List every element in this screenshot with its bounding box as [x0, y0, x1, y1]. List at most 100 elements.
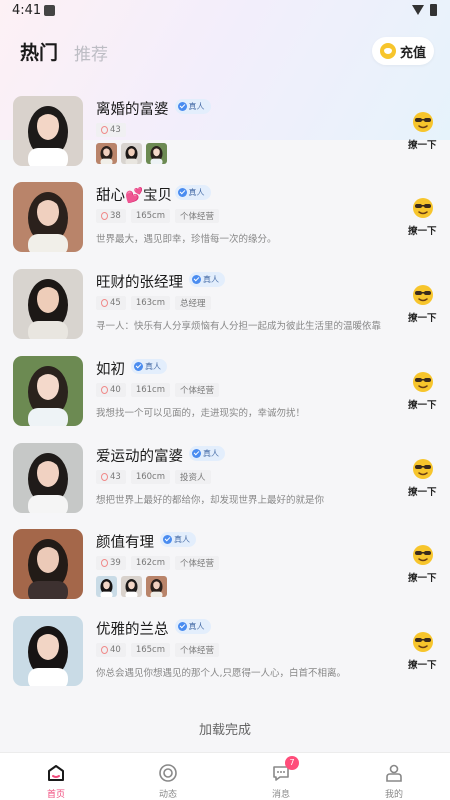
age-value: 40 [110, 385, 121, 395]
user-card[interactable]: 甜心💕宝贝 真人 38 165cm 个体经营世界最大，遇见即幸，珍惜每一次的缘分。 撩一… [0, 182, 450, 268]
verified-badge: 真人 [131, 359, 167, 374]
age-value: 39 [110, 558, 121, 568]
verified-check-icon [177, 188, 187, 197]
nav-mine[interactable]: 我的 [338, 753, 450, 800]
tab-hot[interactable]: 热门 [20, 38, 58, 65]
job-tag: 个体经营 [175, 383, 220, 397]
height-tag: 161cm [130, 383, 171, 397]
user-nickname: 如初 [96, 362, 125, 378]
verified-check-icon [163, 535, 172, 544]
height-tag: 162cm [130, 556, 171, 570]
user-avatar[interactable] [13, 96, 83, 166]
age-value: 45 [110, 298, 121, 308]
poke-button[interactable]: 撩一下 [405, 370, 441, 414]
poke-label: 撩一下 [408, 140, 437, 151]
user-tags: 38 165cm 个体经营 [96, 209, 220, 223]
photo-thumbnail[interactable] [146, 143, 167, 164]
user-bio: 我想找一个可以见面的，走进现实的，幸诚勿扰！ [96, 408, 306, 419]
user-card[interactable]: 爱运动的富婆 真人 43 160cm 投资人想把世界上最好的都给你，却发现世界上最好的就… [0, 443, 450, 529]
photo-thumbnail[interactable] [121, 143, 142, 164]
sunglasses-emoji-icon [411, 370, 435, 394]
user-avatar[interactable] [13, 182, 83, 252]
user-card[interactable]: 颜值有理 真人 39 162cm 个体经营 撩一下 [0, 529, 450, 615]
poke-button[interactable]: 撩一下 [405, 110, 441, 154]
user-avatar[interactable] [13, 269, 83, 339]
nav-moments[interactable]: 动态 [112, 753, 224, 800]
age-tag: 43 [96, 123, 126, 137]
battery-icon [430, 4, 437, 16]
photo-row [96, 576, 167, 597]
user-avatar[interactable] [13, 356, 83, 426]
poke-button[interactable]: 撩一下 [405, 283, 441, 327]
sunglasses-emoji-icon [411, 110, 435, 134]
user-tags: 45 163cm 总经理 [96, 296, 211, 310]
photo-thumbnail[interactable] [96, 576, 117, 597]
job-tag: 投资人 [175, 470, 211, 484]
poke-button[interactable]: 撩一下 [405, 543, 441, 587]
verified-text: 真人 [188, 102, 205, 111]
age-tag: 40 [96, 643, 126, 657]
user-avatar[interactable] [13, 616, 83, 686]
verified-text: 真人 [145, 362, 161, 371]
recharge-button[interactable]: 充值 [372, 37, 434, 65]
female-icon [101, 299, 108, 307]
sunglasses-emoji-icon [411, 630, 435, 654]
poke-label: 撩一下 [408, 400, 437, 411]
verified-check-icon [134, 362, 143, 371]
user-tags: 43 [96, 123, 126, 137]
user-bio: 想把世界上最好的都给你，却发现世界上最好的就是你 [96, 495, 325, 506]
user-nickname: 颜值有理 [96, 535, 154, 551]
photo-thumbnail[interactable] [121, 576, 142, 597]
verified-badge: 真人 [189, 446, 225, 461]
verified-badge: 真人 [160, 532, 196, 547]
user-card[interactable]: 如初 真人 40 161cm 个体经营我想找一个可以见面的，走进现实的，幸诚勿扰！ 撩一… [0, 356, 450, 442]
user-card[interactable]: 旺财的张经理 真人 45 163cm 总经理 寻一人：快乐有人分享烦恼有人分担一起成为彼此… [0, 269, 450, 355]
job-tag: 个体经营 [175, 643, 220, 657]
poke-label: 撩一下 [408, 660, 437, 671]
photo-thumbnail[interactable] [96, 143, 117, 164]
photo-row [96, 143, 167, 164]
user-nickname: 爱运动的富婆 [96, 449, 183, 465]
person-icon [386, 764, 402, 782]
verified-text: 真人 [174, 535, 190, 544]
user-card[interactable]: 优雅的兰总 真人 40 165cm 个体经营 你总会遇见你想遇见的那个人,只愿得一人心，白… [0, 616, 450, 702]
age-value: 43 [110, 125, 121, 135]
sunglasses-emoji-icon [411, 457, 435, 481]
user-card[interactable]: 离婚的富婆 真人 43 撩一下 [0, 96, 450, 182]
user-avatar[interactable] [13, 529, 83, 599]
tab-recommend[interactable]: 推荐 [74, 40, 108, 65]
female-icon [101, 386, 108, 394]
user-bio: 世界最大，遇见即幸，珍惜每一次的缘分。 [96, 234, 277, 245]
job-tag: 个体经营 [175, 209, 220, 223]
nav-messages-label: 消息 [271, 790, 290, 800]
poke-label: 撩一下 [408, 226, 437, 237]
age-value: 40 [110, 645, 121, 655]
verified-text: 真人 [188, 622, 205, 631]
sunglasses-emoji-icon [411, 196, 435, 220]
height-tag: 160cm [130, 470, 171, 484]
female-icon [101, 212, 108, 220]
user-nickname: 甜心💕宝贝 [96, 188, 173, 204]
load-complete-text: 加载完成 [198, 723, 251, 738]
nav-messages[interactable]: 7 消息 [225, 753, 337, 800]
poke-button[interactable]: 撩一下 [405, 630, 441, 674]
verified-badge: 真人 [174, 185, 211, 200]
job-tag: 总经理 [175, 296, 211, 310]
age-tag: 43 [96, 470, 126, 484]
nav-home[interactable]: 首页 [0, 753, 112, 800]
user-tags: 43 160cm 投资人 [96, 470, 211, 484]
verified-text: 真人 [203, 449, 219, 458]
photo-thumbnail[interactable] [146, 576, 167, 597]
user-avatar[interactable] [13, 443, 83, 513]
status-bar: 4:41 [0, 0, 450, 22]
height-tag: 165cm [130, 643, 171, 657]
age-tag: 40 [96, 383, 126, 397]
poke-label: 撩一下 [408, 573, 437, 584]
poke-button[interactable]: 撩一下 [405, 457, 441, 501]
poke-button[interactable]: 撩一下 [405, 196, 441, 240]
verified-check-icon [177, 622, 187, 631]
verified-text: 真人 [188, 188, 205, 197]
user-tags: 40 161cm 个体经营 [96, 383, 220, 397]
sunglasses-emoji-icon [411, 543, 435, 567]
user-tags: 39 162cm 个体经营 [96, 556, 220, 570]
